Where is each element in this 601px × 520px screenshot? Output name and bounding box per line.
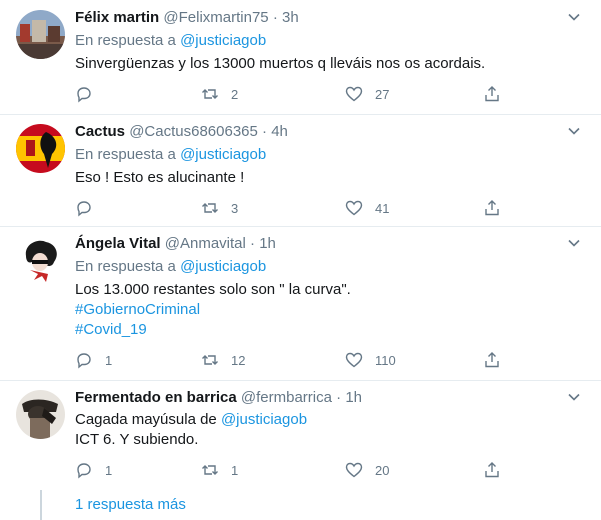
retweet-button[interactable]: 2: [201, 84, 238, 104]
reply-prefix: En respuesta a: [75, 146, 176, 163]
reply-button[interactable]: 1: [75, 460, 112, 480]
like-count: 41: [375, 200, 390, 216]
reply-mention-link[interactable]: @justiciagob: [180, 32, 266, 49]
reply-count: 1: [105, 462, 113, 478]
hashtag-link[interactable]: #GobiernoCriminal: [75, 300, 200, 320]
reply-mention-link[interactable]: @justiciagob: [180, 146, 266, 163]
share-icon: [485, 86, 499, 102]
user-name[interactable]: Fermentado en barrica: [75, 389, 237, 406]
retweet-count: 3: [231, 200, 239, 216]
share-icon: [485, 352, 499, 368]
retweet-count: 2: [231, 86, 239, 102]
chevron-down-icon[interactable]: [567, 236, 581, 250]
chevron-down-icon[interactable]: [567, 124, 581, 138]
heart-icon: [345, 352, 363, 368]
heart-icon: [345, 86, 363, 102]
retweet-icon: [202, 89, 218, 99]
like-button[interactable]: 27: [345, 84, 389, 104]
heart-icon: [345, 462, 363, 478]
like-button[interactable]: 110: [345, 350, 396, 370]
reply-count: 1: [105, 352, 113, 368]
tweet-text: Sinvergüenzas y los 13000 muertos q llev…: [75, 55, 486, 72]
tweet-text-prefix: Cagada mayúsula de: [75, 411, 217, 428]
tweet[interactable]: Félix martin @Felixmartin75 · 3h En resp…: [0, 0, 601, 115]
chevron-down-icon[interactable]: [567, 10, 581, 24]
reply-prefix: En respuesta a: [75, 258, 176, 275]
tweet[interactable]: Ángela Vital @Anmavital · 1h En respuest…: [0, 226, 601, 381]
like-count: 27: [375, 86, 390, 102]
reply-icon: [77, 353, 91, 369]
like-button[interactable]: 41: [345, 198, 389, 218]
retweet-button[interactable]: 1: [201, 460, 238, 480]
tweet-time[interactable]: 1h: [345, 389, 362, 406]
separator-dot: ·: [272, 9, 278, 26]
separator-dot: ·: [336, 389, 342, 406]
separator-dot: ·: [262, 123, 268, 140]
retweet-icon: [202, 203, 218, 213]
share-icon: [485, 462, 499, 478]
reply-button[interactable]: [75, 198, 105, 218]
reply-icon: [77, 463, 91, 479]
chevron-down-icon[interactable]: [567, 390, 581, 404]
like-button[interactable]: 20: [345, 460, 389, 480]
retweet-button[interactable]: 12: [201, 350, 245, 370]
user-handle[interactable]: @Felixmartin75: [163, 9, 268, 26]
share-icon: [485, 200, 499, 216]
user-name[interactable]: Cactus: [75, 123, 125, 140]
user-name[interactable]: Ángela Vital: [75, 235, 161, 252]
retweet-icon: [202, 465, 218, 475]
reply-context: En respuesta a @justiciagob: [75, 146, 266, 163]
user-handle[interactable]: @fermbarrica: [241, 389, 332, 406]
like-count: 20: [375, 462, 390, 478]
tweet[interactable]: Cactus @Cactus68606365 · 4h En respuesta…: [0, 114, 601, 227]
reply-prefix: En respuesta a: [75, 32, 176, 49]
retweet-count: 12: [231, 352, 246, 368]
tweet-text: Cagada mayúsula de @justiciagob: [75, 410, 307, 430]
share-button[interactable]: [483, 198, 501, 218]
tweet-actions: 2 27: [75, 84, 585, 104]
tweet-text: Eso ! Esto es alucinante !: [75, 169, 245, 186]
share-button[interactable]: [483, 460, 501, 480]
tweet-actions: 1 1 20: [75, 460, 585, 480]
share-button[interactable]: [483, 84, 501, 104]
tweet-text-line: ICT 6. Y subiendo.: [75, 431, 199, 448]
reply-button[interactable]: [75, 84, 105, 104]
avatar[interactable]: [16, 10, 65, 59]
reply-icon: [77, 87, 91, 103]
tweet-actions: 3 41: [75, 198, 585, 218]
reply-button[interactable]: 1: [75, 350, 112, 370]
tweet-text: Los 13.000 restantes solo son " la curva…: [75, 281, 351, 298]
user-name[interactable]: Félix martin: [75, 9, 159, 26]
retweet-button[interactable]: 3: [201, 198, 238, 218]
tweet-time[interactable]: 4h: [271, 123, 288, 140]
tweet-actions: 1 12 110: [75, 350, 585, 370]
share-button[interactable]: [483, 350, 501, 370]
user-handle[interactable]: @Cactus68606365: [129, 123, 258, 140]
heart-icon: [345, 200, 363, 216]
separator-dot: ·: [250, 235, 256, 252]
user-handle[interactable]: @Anmavital: [165, 235, 246, 252]
reply-mention-link[interactable]: @justiciagob: [180, 258, 266, 275]
mention-link[interactable]: @justiciagob: [221, 411, 307, 428]
avatar[interactable]: [16, 390, 65, 439]
reply-icon: [77, 201, 91, 217]
retweet-count: 1: [231, 462, 239, 478]
reply-context: En respuesta a @justiciagob: [75, 258, 266, 275]
tweet-time[interactable]: 3h: [282, 9, 299, 26]
avatar[interactable]: [16, 124, 65, 173]
more-replies-link[interactable]: 1 respuesta más: [75, 496, 186, 513]
retweet-icon: [202, 355, 218, 365]
avatar[interactable]: [16, 236, 65, 285]
hashtag-link[interactable]: #Covid_19: [75, 320, 147, 340]
thread-line: [40, 490, 42, 520]
like-count: 110: [375, 352, 396, 368]
tweet-time[interactable]: 1h: [259, 235, 276, 252]
reply-context: En respuesta a @justiciagob: [75, 32, 266, 49]
